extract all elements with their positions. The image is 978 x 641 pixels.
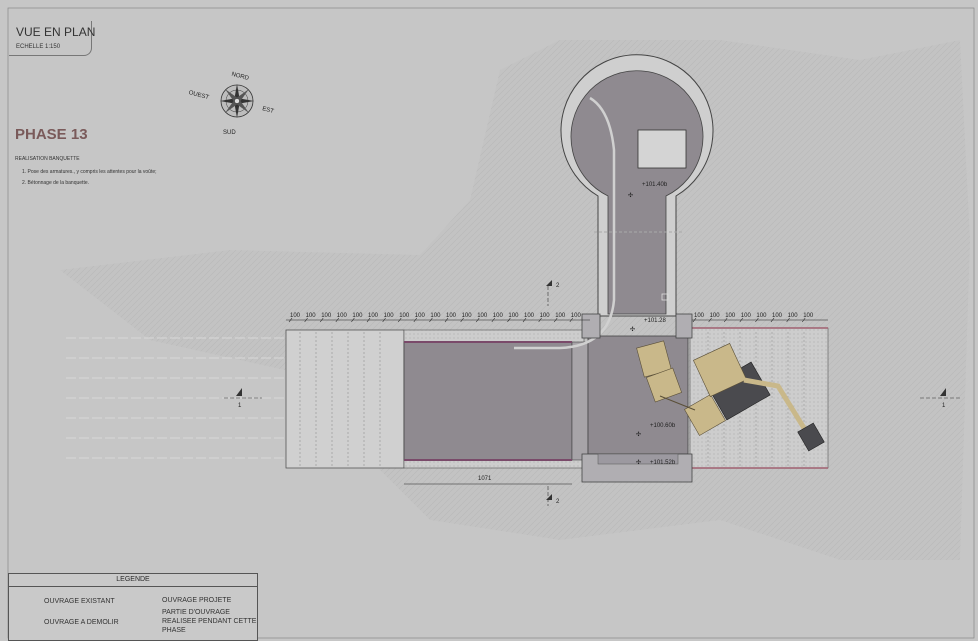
level-entry-mark: ✣ (630, 326, 635, 333)
drawing-scale: ECHELLE 1:150 (16, 44, 61, 50)
level-shaft: +101.40b (642, 182, 668, 188)
compass-east: EST (261, 106, 274, 115)
compass-west: OUEST (188, 90, 210, 101)
drawing-title: VUE EN PLAN (16, 25, 96, 39)
legend-box: LEGENDE (8, 573, 258, 641)
level-floor: +100.60b (650, 423, 676, 429)
phase-step: 2. Bétonnage de la banquette. (22, 180, 90, 186)
joint-strip (571, 341, 589, 461)
level-shaft-mark: ✣ (628, 192, 633, 199)
level-floor-mark: ✣ (636, 431, 641, 438)
phase-step: 1. Pose des armatures., y compris les at… (22, 169, 157, 175)
svg-text:1: 1 (238, 403, 242, 409)
existing-slab-left (403, 341, 573, 461)
legend-demolish-label: OUVRAGE A DEMOLIR (44, 619, 119, 626)
shaft-wall-left (581, 313, 601, 339)
level-entry: +101.28 (644, 318, 667, 324)
shaft-wall-right (675, 313, 693, 339)
phase-title: PHASE 13 (15, 126, 88, 143)
legend-projected-label: OUVRAGE PROJETE (162, 597, 232, 604)
legend-partial-label-3: PHASE (162, 627, 186, 634)
compass-south: SUD (223, 130, 236, 136)
legend-partial-label-1: PARTIE D'OUVRAGE (162, 609, 230, 616)
legend-header: LEGENDE (9, 574, 257, 587)
legend-partial-label-2: REALISEE PENDANT CETTE (162, 618, 257, 625)
level-bottom: +101.52b (650, 460, 676, 466)
shaft-opening (637, 129, 687, 169)
compass-icon (220, 84, 254, 118)
compass-north: NORD (231, 72, 250, 83)
plan-drawing: 100 100 100 100 100 100 100 100 100 100 100 100 100 1… (7, 7, 975, 639)
legend-existing-label: OUVRAGE EXISTANT (44, 598, 115, 605)
plan-sheet: 100 100 100 100 100 100 100 100 100 100 100 100 100 1… (0, 0, 978, 641)
ground-hatch (60, 40, 970, 560)
level-bottom-mark: ✣ (636, 459, 641, 466)
phase-subtitle: REALISATION BANQUETTE (15, 156, 80, 162)
dimension-length: 1071 (478, 476, 492, 482)
phase-steps: 1. Pose des armatures., y compris les at… (22, 167, 157, 189)
